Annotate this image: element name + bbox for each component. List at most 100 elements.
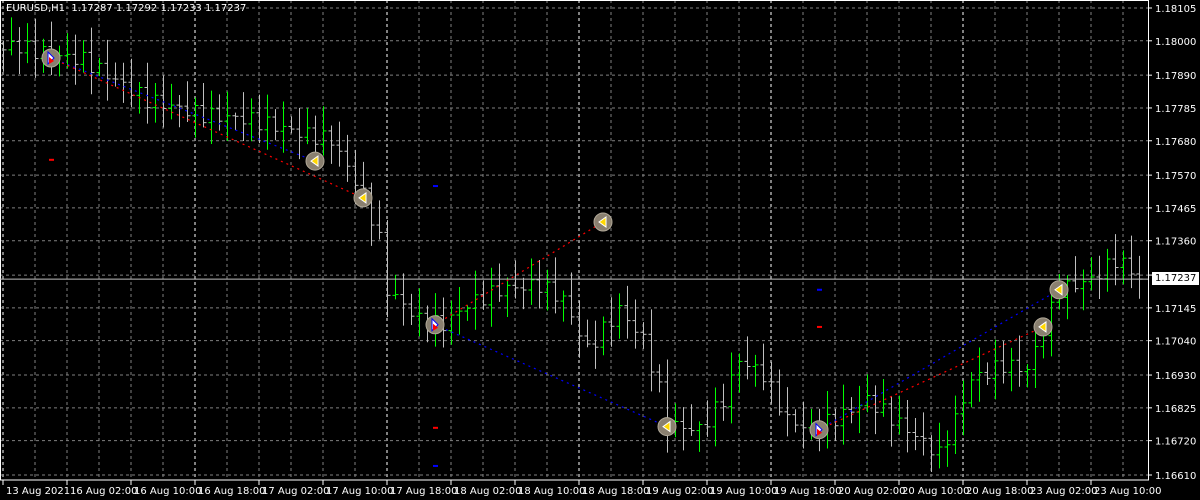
ohlc-bar bbox=[296, 107, 303, 160]
ohlc-bar bbox=[480, 280, 487, 310]
ohlc-bar bbox=[504, 277, 511, 317]
x-tick-label: 13 Aug 2021 bbox=[6, 486, 70, 497]
x-tick-label: 17 Aug 18:00 bbox=[390, 486, 457, 497]
ohlc-bar bbox=[680, 407, 687, 451]
y-tick-label: 1.17465 bbox=[1155, 204, 1196, 215]
ohlc-bar bbox=[952, 395, 959, 454]
ohlc-bar bbox=[400, 273, 407, 326]
trade-close-marker bbox=[305, 151, 325, 171]
ohlc-bar bbox=[152, 82, 159, 123]
ohlc-bar bbox=[904, 399, 911, 453]
ohlc-bar bbox=[760, 343, 767, 391]
ohlc-bar bbox=[80, 40, 87, 73]
ohlc-bar bbox=[1136, 255, 1143, 299]
ohlc-bar bbox=[216, 94, 223, 131]
x-tick-label: 19 Aug 18:00 bbox=[774, 486, 841, 497]
ohlc-bar bbox=[184, 81, 191, 123]
ohlc-bar bbox=[744, 336, 751, 380]
order-level-mark bbox=[817, 325, 822, 328]
ohlc-bar bbox=[1064, 275, 1071, 320]
ohlc-bar bbox=[776, 369, 783, 416]
ohlc-bar bbox=[88, 27, 95, 95]
ohlc-bar bbox=[888, 396, 895, 447]
trade-line bbox=[818, 289, 1060, 431]
price-chart[interactable]: 1.18105 1.18000 1.17890 1.17785 1.17680 1.175… bbox=[0, 0, 1200, 500]
ohlc-bar bbox=[416, 288, 423, 337]
ohlc-bar bbox=[328, 125, 335, 164]
ohlc-bar bbox=[72, 34, 79, 85]
order-level-mark bbox=[433, 426, 438, 429]
ohlc-bar bbox=[336, 121, 343, 167]
ohlc-readout: 1.17287 1.17292 1.17233 1.17237 bbox=[71, 3, 247, 14]
ohlc-bar bbox=[24, 23, 31, 64]
ohlc-bar bbox=[664, 359, 671, 453]
ohlc-bar bbox=[120, 62, 127, 103]
ohlc-bar bbox=[592, 320, 599, 369]
ohlc-bar bbox=[648, 309, 655, 392]
y-tick-label: 1.16825 bbox=[1155, 404, 1196, 415]
ohlc-bar bbox=[32, 18, 39, 78]
ohlc-bar bbox=[8, 17, 15, 56]
ohlc-bar bbox=[1072, 256, 1079, 293]
x-tick-label: 20 Aug 10:00 bbox=[902, 486, 969, 497]
ohlc-bar bbox=[752, 354, 759, 387]
ohlc-bar bbox=[1104, 248, 1111, 292]
ohlc-bar bbox=[272, 109, 279, 141]
ohlc-bar bbox=[104, 39, 111, 101]
ohlc-bar bbox=[536, 260, 543, 309]
ohlc-bar bbox=[224, 91, 231, 141]
ohlc-bar bbox=[0, 40, 7, 72]
x-tick-label: 17 Aug 02:00 bbox=[262, 486, 329, 497]
plot-border bbox=[0, 0, 1149, 481]
ohlc-bar bbox=[984, 362, 991, 385]
y-tick-label: 1.17890 bbox=[1155, 71, 1196, 82]
ohlc-bar bbox=[880, 379, 887, 417]
x-tick-label: 20 Aug 18:00 bbox=[966, 486, 1033, 497]
x-tick-label: 23 Aug 02:00 bbox=[1030, 486, 1097, 497]
ohlc-bar bbox=[896, 395, 903, 435]
ohlc-bar bbox=[728, 352, 735, 424]
ohlc-bar bbox=[232, 112, 239, 131]
ohlc-bar bbox=[248, 98, 255, 142]
ohlc-bar bbox=[832, 408, 839, 441]
order-level-mark bbox=[49, 158, 54, 161]
ohlc-bar bbox=[1128, 235, 1135, 289]
ohlc-bar bbox=[792, 409, 799, 433]
ohlc-bar bbox=[304, 108, 311, 145]
ohlc-bar bbox=[720, 383, 727, 421]
x-tick-label: 23 Aug 10:00 bbox=[1094, 486, 1161, 497]
ohlc-bar bbox=[800, 401, 807, 449]
y-tick-label: 1.16720 bbox=[1155, 437, 1196, 448]
ohlc-bar bbox=[1016, 335, 1023, 387]
ohlc-bar bbox=[704, 400, 711, 437]
ohlc-bar bbox=[408, 293, 415, 325]
y-tick-label: 1.16610 bbox=[1155, 471, 1196, 482]
y-tick-label: 1.17040 bbox=[1155, 337, 1196, 348]
ohlc-bar bbox=[856, 385, 863, 434]
ohlc-bar bbox=[168, 83, 175, 120]
trade-open-marker bbox=[809, 420, 829, 440]
ohlc-bar bbox=[616, 293, 623, 339]
ohlc-bar bbox=[528, 258, 535, 305]
ohlc-bar bbox=[576, 300, 583, 358]
ohlc-bar bbox=[112, 62, 119, 87]
ohlc-bar bbox=[712, 387, 719, 447]
ohlc-bar bbox=[520, 277, 527, 310]
ohlc-bar bbox=[920, 412, 927, 456]
ohlc-bar bbox=[936, 422, 943, 469]
ohlc-bar bbox=[280, 101, 287, 153]
ohlc-bar bbox=[656, 364, 663, 393]
ohlc-bar bbox=[912, 418, 919, 451]
ohlc-bar bbox=[128, 58, 135, 108]
current-price-label: 1.17237 bbox=[1152, 272, 1200, 285]
ohlc-bar bbox=[872, 385, 879, 435]
x-tick-label: 17 Aug 10:00 bbox=[326, 486, 393, 497]
ohlc-bar bbox=[1024, 364, 1031, 388]
chart-title: EURUSD,H1 1.17287 1.17292 1.17233 1.1723… bbox=[6, 3, 246, 14]
ohlc-bar bbox=[1008, 347, 1015, 392]
ohlc-bar bbox=[144, 62, 151, 124]
ohlc-bar bbox=[176, 94, 183, 128]
ohlc-bar bbox=[944, 430, 951, 467]
x-tick-label: 20 Aug 02:00 bbox=[838, 486, 905, 497]
y-tick-label: 1.17680 bbox=[1155, 137, 1196, 148]
